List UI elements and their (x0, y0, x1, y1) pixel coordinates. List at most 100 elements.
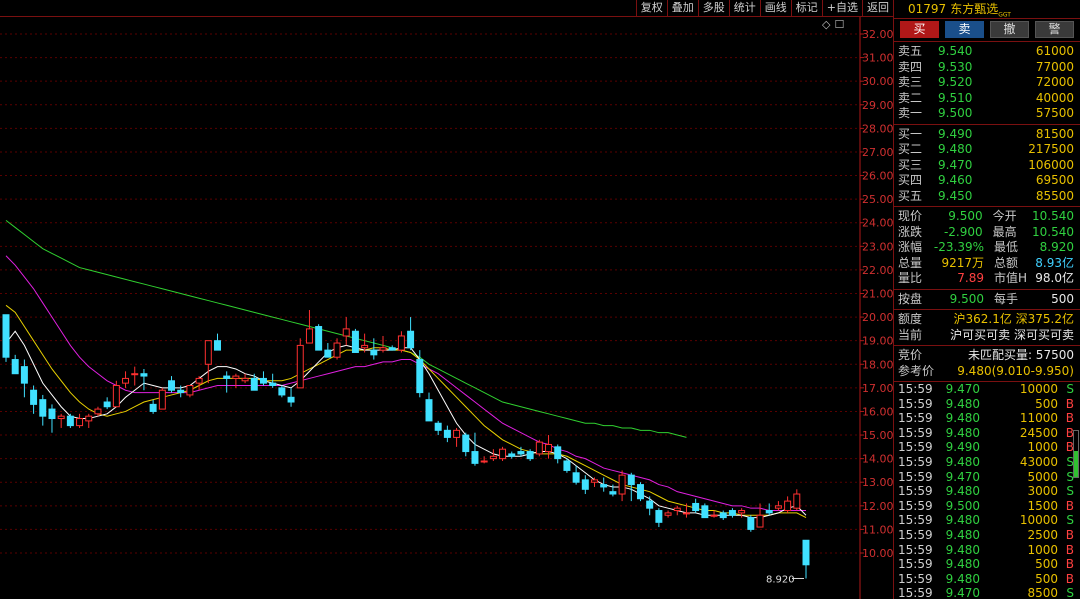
candle-body (563, 460, 571, 471)
tick-time: 15:59 (898, 396, 933, 411)
current-label: 当前 (898, 327, 923, 342)
candle-body (20, 366, 28, 384)
bids-row[interactable]: 买三 9.470 106000 (894, 158, 1080, 174)
tick-scrollbar[interactable] (1073, 430, 1079, 478)
toolbar-btn-3[interactable]: 统计 (728, 0, 760, 16)
candle-body (710, 514, 718, 517)
bids-row[interactable]: 买四 9.460 69500 (894, 173, 1080, 189)
window-icon[interactable]: ☐ (834, 18, 844, 31)
bids-row[interactable]: 买五 9.450 85500 (894, 189, 1080, 205)
candle-body (140, 373, 148, 377)
candle-body (627, 474, 635, 486)
toolbar-btn-6[interactable]: +自选 (821, 0, 862, 16)
stat-value: 8.920 (1039, 240, 1074, 254)
asks-row[interactable]: 卖三 9.520 72000 (894, 75, 1080, 91)
candle-body (168, 380, 176, 391)
tick-time: 15:59 (898, 454, 933, 469)
candle-body (57, 415, 65, 420)
toolbar-btn-7[interactable]: 返回 (862, 0, 893, 16)
tick-row: 15:59 9.480 2500 B (894, 528, 1080, 543)
candle-body (232, 375, 240, 379)
bids-row[interactable]: 买二 9.480 217500 (894, 142, 1080, 158)
toolbar-btn-0[interactable]: 复权 (635, 0, 667, 16)
auction-row: 竞价 未匹配买量: 57500 (894, 348, 1080, 364)
tick-price: 9.480 (945, 542, 980, 557)
y-tick-label: 31.00 (862, 52, 893, 65)
tick-time: 15:59 (898, 527, 933, 542)
tick-row: 15:59 9.470 5000 S (894, 470, 1080, 485)
y-tick-label: 12.00 (862, 500, 893, 513)
toolbar-btn-1[interactable]: 叠加 (666, 0, 698, 16)
candle-body (636, 484, 644, 500)
candle-body (425, 399, 433, 422)
tick-list[interactable]: 15:59 9.470 10000 S 15:59 9.480 500 B 15:59 9.480… (894, 382, 1080, 599)
toolbar-btn-2[interactable]: 多股 (697, 0, 729, 16)
candle-body (370, 349, 378, 356)
bids-row[interactable]: 买一 9.490 81500 (894, 127, 1080, 143)
tick-side: S (1066, 513, 1074, 528)
level-volume: 81500 (1035, 126, 1074, 141)
toolbar-btn-5[interactable]: 标记 (790, 0, 822, 16)
candle-body (784, 500, 792, 512)
y-tick-label: 22.00 (862, 264, 893, 277)
candle-body (333, 342, 341, 358)
kline-chart[interactable]: 32.00 31.00 30.00 29.00 28.00 27.00 26.00 25.00… (0, 0, 893, 599)
asks-row[interactable]: 卖五 9.540 61000 (894, 44, 1080, 60)
level-price: 9.520 (938, 75, 973, 89)
lot-price: 9.500 (949, 291, 984, 306)
candle-body (204, 340, 212, 365)
y-tick-label: 15.00 (862, 429, 893, 442)
y-tick-label: 13.00 (862, 476, 893, 489)
tick-time: 15:59 (898, 571, 933, 586)
stock-title: 01797 东方甄选GGT (894, 0, 1080, 18)
candle-body (122, 377, 130, 384)
tick-volume: 10000 (1019, 382, 1058, 396)
tick-side: B (1065, 542, 1074, 557)
tick-volume: 24500 (1019, 425, 1058, 440)
tick-volume: 8500 (1027, 586, 1058, 599)
alert-button[interactable]: 警 (1035, 21, 1074, 38)
tick-price: 9.480 (945, 425, 980, 440)
auction-value: 未匹配买量: 57500 (967, 348, 1074, 362)
level-price: 9.510 (938, 90, 973, 105)
kline-svg[interactable]: 32.00 31.00 30.00 29.00 28.00 27.00 26.00 25.00… (0, 0, 893, 599)
level-price: 9.470 (938, 157, 973, 172)
tick-row: 15:59 9.480 500 B (894, 557, 1080, 572)
tick-price: 9.470 (945, 469, 980, 484)
tick-volume: 2500 (1027, 527, 1058, 542)
candle-body (499, 448, 507, 460)
candle-body (315, 326, 323, 351)
y-tick-label: 10.00 (862, 547, 893, 560)
stat-value: 7.89 (957, 271, 984, 285)
candle-body (131, 373, 139, 376)
tick-price: 9.480 (945, 396, 980, 411)
level-label: 卖三 (898, 75, 923, 89)
tick-volume: 10000 (1019, 513, 1058, 528)
level-label: 卖一 (898, 106, 923, 120)
asks-row[interactable]: 卖二 9.510 40000 (894, 91, 1080, 107)
cancel-order-button[interactable]: 撤 (990, 21, 1029, 38)
asks-row[interactable]: 卖一 9.500 57500 (894, 106, 1080, 122)
sell-button[interactable]: 卖 (945, 21, 984, 38)
trade-buttons: 买 卖 撤 警 (894, 19, 1080, 41)
diamond-icon[interactable]: ◇ (822, 18, 830, 31)
candle-body (305, 328, 313, 344)
candle-body (701, 505, 709, 519)
candle-body (545, 443, 553, 453)
candle-body (30, 389, 38, 405)
quota-label: 额度 (898, 312, 923, 326)
y-tick-label: 25.00 (862, 193, 893, 206)
tick-row: 15:59 9.470 8500 S (894, 586, 1080, 599)
asks-row[interactable]: 卖四 9.530 77000 (894, 60, 1080, 76)
stock-code: 01797 (908, 2, 947, 16)
buy-button[interactable]: 买 (900, 21, 939, 38)
stat-value: 8.93亿 (1035, 255, 1074, 270)
candle-body (618, 474, 626, 495)
level-price: 9.480 (938, 142, 973, 156)
board-lot-label: 每手 (994, 291, 1019, 306)
ref-price-label: 参考价 (898, 363, 935, 378)
tick-side: B (1065, 498, 1074, 513)
tick-time: 15:59 (898, 586, 933, 599)
toolbar-btn-4[interactable]: 画线 (759, 0, 791, 16)
stat-label: 今开 (992, 209, 1017, 223)
